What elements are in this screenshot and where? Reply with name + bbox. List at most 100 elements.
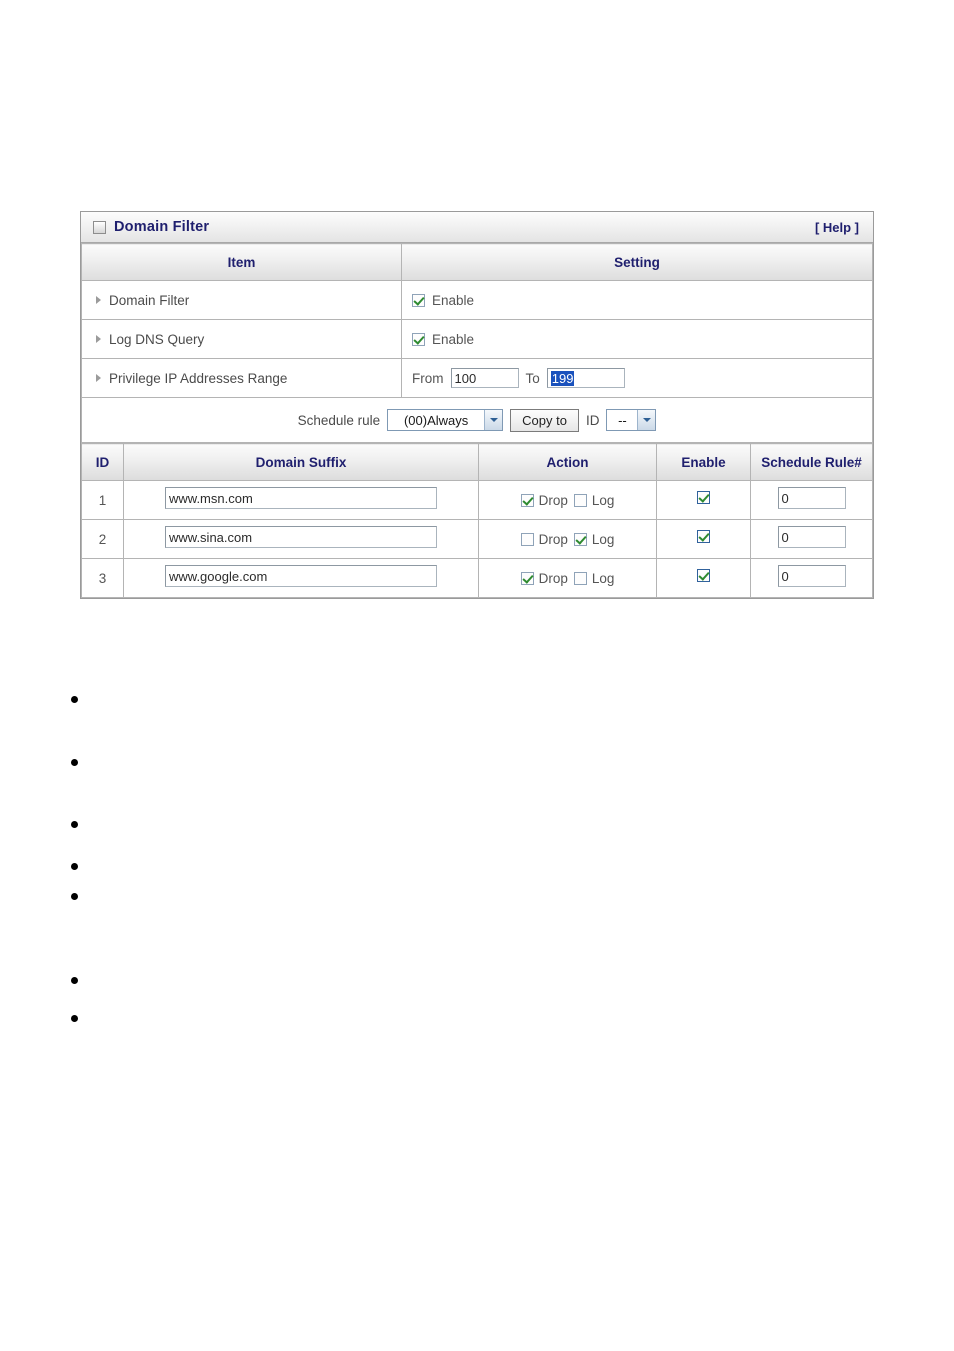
log-dns-query-enable-checkbox[interactable] (412, 332, 425, 346)
domain-suffix-input[interactable]: www.sina.com (165, 525, 437, 548)
list-item-bullet (71, 696, 78, 703)
item-label: Domain Filter (109, 292, 190, 308)
collapse-box-icon[interactable] (93, 220, 106, 234)
schedule-rule-select[interactable]: (00)Always (387, 409, 504, 431)
list-item-bullet (71, 863, 78, 870)
schedule-rule-number-value: 0 (781, 529, 789, 545)
row-domain-cell: www.msn.com (123, 480, 479, 520)
column-header-item: Item (81, 243, 402, 281)
row-id-cell: 2 (81, 519, 124, 559)
column-header-id: ID (81, 443, 124, 481)
row-enable-cell (656, 480, 751, 520)
domain-suffix-input[interactable]: www.google.com (165, 564, 437, 587)
settings-row-domain-filter: Domain Filter Enable (81, 280, 873, 320)
row-domain-cell: www.google.com (123, 558, 479, 598)
id-select[interactable]: -- (606, 409, 657, 431)
column-header-action: Action (478, 443, 657, 481)
item-label: Privilege IP Addresses Range (109, 370, 288, 386)
log-checkbox[interactable] (573, 532, 587, 546)
triangle-right-icon (96, 334, 101, 343)
column-header-domain-suffix: Domain Suffix (123, 443, 479, 481)
item-label-cell: Privilege IP Addresses Range (81, 358, 402, 398)
schedule-rule-selected-value: (00)Always (403, 412, 469, 428)
id-label: ID (585, 412, 600, 428)
domain-suffix-value: www.google.com (169, 568, 268, 584)
log-checkbox[interactable] (573, 571, 587, 585)
domain-filter-enable-checkbox[interactable] (412, 293, 425, 307)
schedule-rule-number-input[interactable]: 0 (777, 486, 846, 509)
column-header-enable: Enable (656, 443, 751, 481)
table-row: 1 www.msn.com Drop Log 0 (81, 480, 873, 520)
row-action-cell: Drop Log (478, 519, 657, 559)
log-label: Log (591, 531, 615, 547)
row-id-cell: 3 (81, 558, 124, 598)
row-schedule-rule-cell: 0 (750, 558, 873, 598)
list-item-bullet (71, 893, 78, 900)
row-action-cell: Drop Log (478, 558, 657, 598)
schedule-rule-label: Schedule rule (297, 412, 381, 428)
drop-checkbox[interactable] (520, 493, 534, 507)
schedule-rule-number-value: 0 (781, 490, 789, 506)
settings-row-log-dns-query: Log DNS Query Enable (81, 319, 873, 359)
setting-cell-domain-filter: Enable (401, 280, 873, 320)
item-label-cell: Log DNS Query (81, 319, 402, 359)
rule-enable-checkbox[interactable] (697, 530, 710, 543)
range-to-label: To (525, 370, 540, 386)
table-row: 3 www.google.com Drop Log 0 (81, 558, 873, 598)
chevron-down-icon[interactable] (484, 410, 503, 430)
drop-label: Drop (538, 492, 568, 508)
setting-cell-log-dns-query: Enable (401, 319, 873, 359)
page-title: Domain Filter (114, 219, 210, 235)
rules-header-row: ID Domain Suffix Action Enable Schedule … (81, 443, 873, 481)
column-header-schedule-rule: Schedule Rule# (750, 443, 873, 481)
row-enable-cell (656, 519, 751, 559)
drop-checkbox[interactable] (520, 532, 534, 546)
table-row: 2 www.sina.com Drop Log 0 (81, 519, 873, 559)
drop-label: Drop (538, 531, 568, 547)
panel-title-group: Domain Filter (93, 219, 815, 235)
row-action-cell: Drop Log (478, 480, 657, 520)
log-dns-query-enable-label: Enable (432, 331, 475, 347)
rule-enable-checkbox[interactable] (697, 491, 710, 504)
list-item-bullet (71, 759, 78, 766)
rule-enable-checkbox[interactable] (697, 569, 710, 582)
triangle-right-icon (96, 373, 101, 382)
id-selected-value: -- (618, 412, 627, 428)
schedule-rule-number-input[interactable]: 0 (777, 525, 846, 548)
privilege-ip-from-value: 100 (454, 371, 477, 386)
range-from-label: From (412, 370, 444, 386)
help-link[interactable]: [ Help ] (815, 220, 859, 235)
domain-suffix-value: www.msn.com (169, 490, 253, 506)
chevron-down-icon[interactable] (637, 410, 656, 430)
settings-header-row: Item Setting (81, 243, 873, 281)
row-domain-cell: www.sina.com (123, 519, 479, 559)
copy-to-button[interactable]: Copy to (510, 408, 579, 432)
schedule-bar-cell: Schedule rule (00)Always Copy to ID -- (81, 397, 873, 443)
list-item-bullet (71, 1015, 78, 1022)
column-header-setting: Setting (401, 243, 873, 281)
domain-rules-table: ID Domain Suffix Action Enable Schedule … (81, 443, 873, 598)
domain-filter-enable-label: Enable (432, 292, 475, 308)
list-item-bullet (71, 821, 78, 828)
drop-checkbox[interactable] (520, 571, 534, 585)
privilege-ip-to-input[interactable]: 199 (546, 368, 625, 388)
setting-cell-privilege-ip-range: From 100 To 199 (401, 358, 873, 398)
panel-titlebar: Domain Filter [ Help ] (81, 212, 873, 243)
drop-label: Drop (538, 570, 568, 586)
row-id-cell: 1 (81, 480, 124, 520)
settings-table: Item Setting Domain Filter Enable Log DN… (81, 243, 873, 443)
row-schedule-rule-cell: 0 (750, 480, 873, 520)
item-label: Log DNS Query (109, 331, 205, 347)
log-checkbox[interactable] (573, 493, 587, 507)
row-enable-cell (656, 558, 751, 598)
settings-row-schedule-bar: Schedule rule (00)Always Copy to ID -- (81, 397, 873, 443)
list-item-bullet (71, 977, 78, 984)
log-label: Log (591, 492, 615, 508)
row-schedule-rule-cell: 0 (750, 519, 873, 559)
triangle-right-icon (96, 295, 101, 304)
schedule-rule-number-input[interactable]: 0 (777, 564, 846, 587)
domain-suffix-input[interactable]: www.msn.com (165, 486, 437, 509)
domain-filter-panel: Domain Filter [ Help ] Item Setting Doma… (80, 211, 874, 599)
privilege-ip-from-input[interactable]: 100 (450, 368, 519, 388)
log-label: Log (591, 570, 615, 586)
